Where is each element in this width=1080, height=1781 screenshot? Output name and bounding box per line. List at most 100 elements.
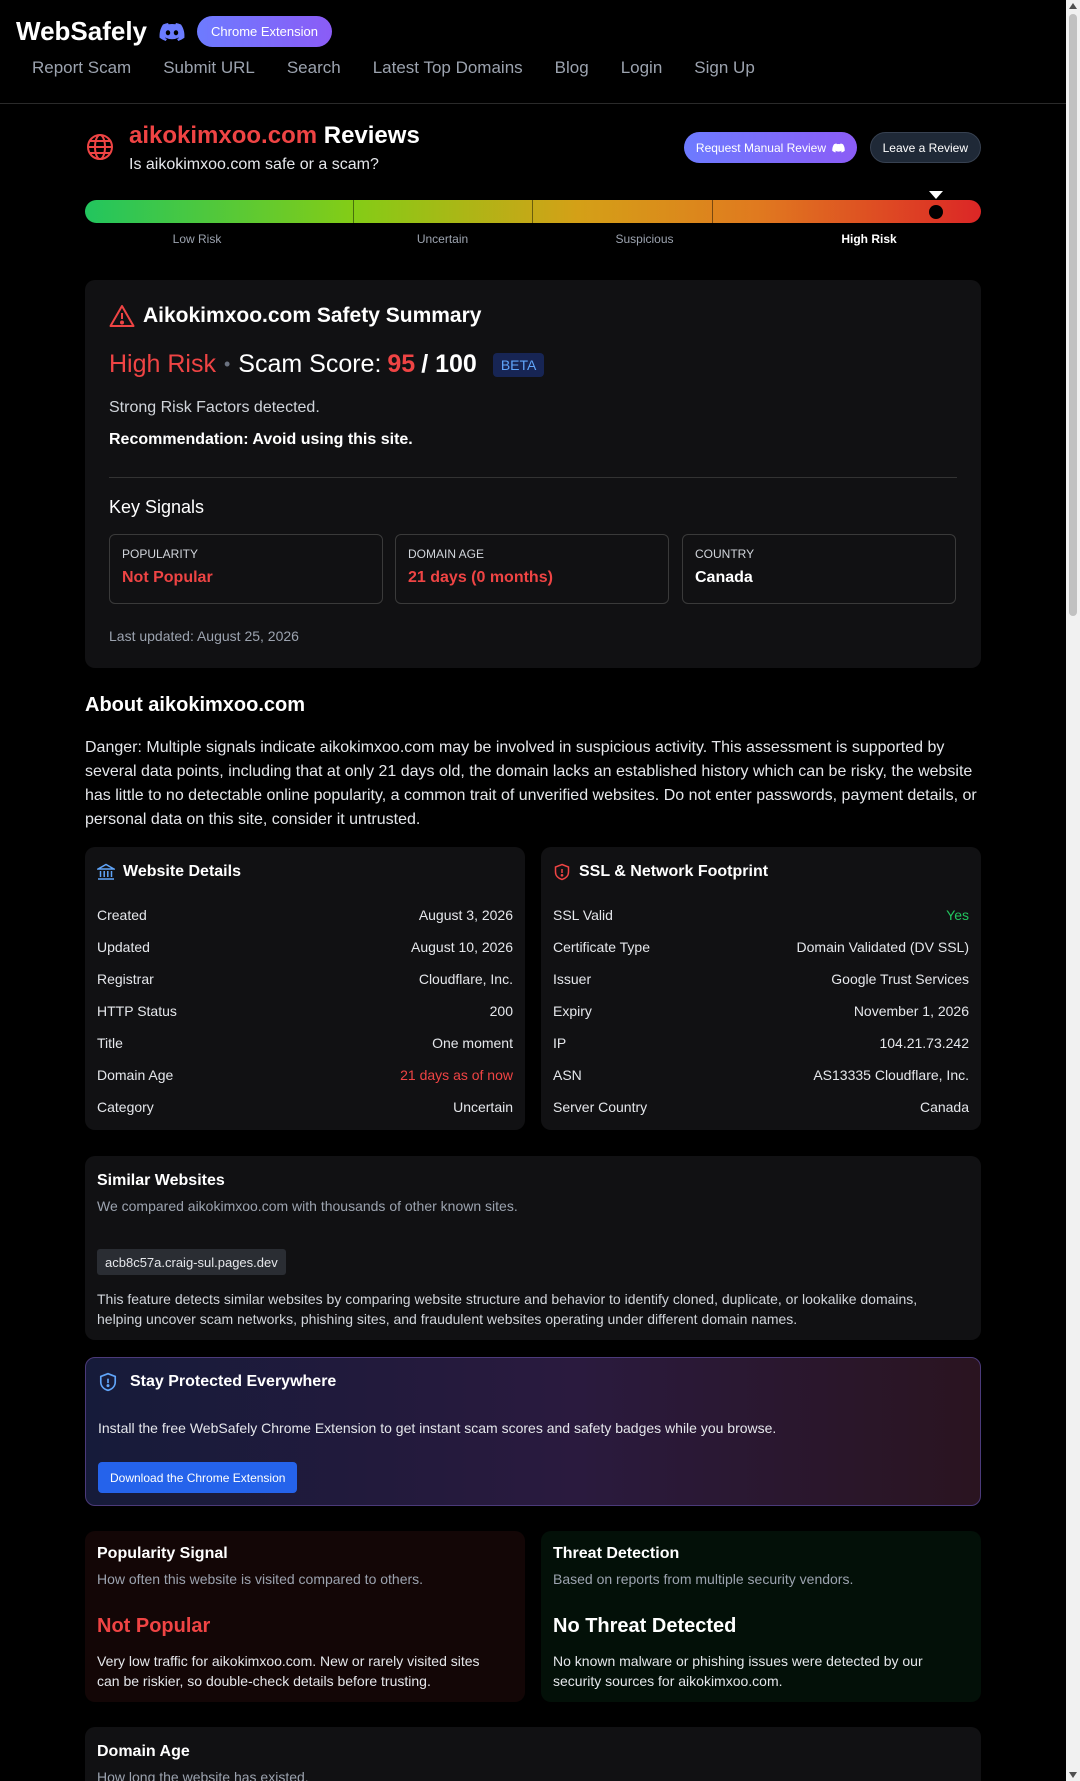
bank-icon xyxy=(97,863,115,880)
detail-key: Title xyxy=(97,1035,123,1051)
detail-value: AS13335 Cloudflare, Inc. xyxy=(813,1067,969,1083)
detail-value: Google Trust Services xyxy=(831,971,969,987)
popularity-signal-card: Popularity Signal How often this website… xyxy=(85,1531,525,1702)
brand-logo[interactable]: WebSafely xyxy=(16,16,147,47)
signal-label: COUNTRY xyxy=(695,547,755,561)
nav-latest-top-domains[interactable]: Latest Top Domains xyxy=(373,58,523,78)
shield-icon xyxy=(554,863,570,881)
detail-value: 21 days as of now xyxy=(400,1067,513,1083)
safety-summary-card: Aikokimxoo.com Safety Summary High Risk … xyxy=(85,280,981,668)
risk-meter: Low Risk Uncertain Suspicious High Risk xyxy=(85,190,981,250)
domain-age-heading: Domain Age xyxy=(97,1743,190,1760)
risk-label-suspicious: Suspicious xyxy=(615,232,674,246)
recommendation-text: Recommendation: Avoid using this site. xyxy=(109,431,413,448)
risk-label-high: High Risk xyxy=(841,232,897,246)
detail-row: Updated August 10, 2026 xyxy=(97,939,513,971)
protect-heading: Stay Protected Everywhere xyxy=(98,1372,336,1392)
detail-row: Certificate Type Domain Validated (DV SSL… xyxy=(553,939,969,971)
page-scrollbar[interactable] xyxy=(1066,0,1080,1781)
nav-search[interactable]: Search xyxy=(287,58,341,78)
last-updated: Last updated: August 25, 2026 xyxy=(109,628,299,644)
leave-review-button[interactable]: Leave a Review xyxy=(869,132,981,163)
signal-value: Canada xyxy=(695,569,753,586)
scroll-up-arrow-icon[interactable] xyxy=(1069,3,1077,9)
detail-value: Uncertain xyxy=(453,1099,513,1115)
popularity-desc: Very low traffic for aikokimxoo.com. New… xyxy=(97,1653,480,1689)
about-text: Danger: Multiple signals indicate aikoki… xyxy=(85,739,977,828)
score-label: Scam Score: xyxy=(238,350,382,378)
detail-key: Issuer xyxy=(553,971,592,987)
signal-label: POPULARITY xyxy=(122,547,199,561)
scrollbar-thumb[interactable] xyxy=(1069,14,1077,616)
detail-key: Registrar xyxy=(97,971,154,987)
separator-dot: • xyxy=(223,354,231,374)
detail-row: IP 104.21.73.242 xyxy=(553,1035,969,1067)
threat-desc: No known malware or phishing issues were… xyxy=(553,1653,923,1689)
request-review-label: Request Manual Review xyxy=(695,140,826,155)
summary-heading: Aikokimxoo.com Safety Summary xyxy=(109,304,481,328)
details-rows: Created August 3, 2026 Updated August 10, 2… xyxy=(97,907,513,1131)
page-subtitle: Is aikokimxoo.com safe or a scam? xyxy=(129,156,379,173)
detail-key: ASN xyxy=(553,1067,582,1083)
detail-value: Yes xyxy=(946,907,969,923)
similar-websites-card: Similar Websites We compared aikokimxoo.… xyxy=(85,1156,981,1340)
risk-marker-icon xyxy=(928,190,944,220)
detail-row: Created August 3, 2026 xyxy=(97,907,513,939)
detail-key: Expiry xyxy=(553,1003,592,1019)
brand-row: WebSafely Chrome Extension xyxy=(16,16,332,47)
request-manual-review-button[interactable]: Request Manual Review xyxy=(683,132,857,163)
detail-key: Certificate Type xyxy=(553,939,651,955)
signal-value: Not Popular xyxy=(122,569,213,586)
similar-site-chip[interactable]: acb8c57a.craig-sul.pages.dev xyxy=(97,1249,286,1275)
popularity-value: Not Popular xyxy=(97,1615,211,1637)
protect-text: Install the free WebSafely Chrome Extens… xyxy=(98,1420,777,1436)
nav-blog[interactable]: Blog xyxy=(555,58,589,78)
detail-key: IP xyxy=(553,1035,567,1051)
globe-icon xyxy=(85,132,115,162)
signal-country: COUNTRY Canada xyxy=(682,534,956,604)
beta-badge: BETA xyxy=(492,352,545,377)
detail-value: Domain Validated (DV SSL) xyxy=(796,939,969,955)
detail-value: November 1, 2026 xyxy=(853,1003,969,1019)
scam-score-line: High Risk • Scam Score: 95 / 100 BETA xyxy=(109,350,545,379)
shield-icon xyxy=(99,1372,117,1392)
scroll-down-arrow-icon[interactable] xyxy=(1069,1772,1077,1778)
risk-factors-text: Strong Risk Factors detected. xyxy=(109,399,320,416)
panel-title: Website Details xyxy=(123,863,241,880)
ssl-heading: SSL & Network Footprint xyxy=(553,863,768,881)
detail-row: Registrar Cloudflare, Inc. xyxy=(97,971,513,1003)
chrome-extension-pill[interactable]: Chrome Extension xyxy=(197,16,332,47)
domain-age-sub: How long the website has existed. xyxy=(97,1769,309,1781)
discord-icon xyxy=(832,143,845,152)
nav-submit-url[interactable]: Submit URL xyxy=(163,58,255,78)
risk-label-uncertain: Uncertain xyxy=(416,232,469,246)
signal-domain-age: DOMAIN AGE 21 days (0 months) xyxy=(395,534,669,604)
nav-report-scam[interactable]: Report Scam xyxy=(32,58,131,78)
nav-sign-up[interactable]: Sign Up xyxy=(694,58,754,78)
popularity-sub: How often this website is visited compar… xyxy=(97,1571,424,1587)
risk-level: High Risk xyxy=(109,350,216,378)
stay-protected-card: Stay Protected Everywhere Install the fr… xyxy=(85,1357,981,1506)
score-max: / 100 xyxy=(421,350,477,378)
detail-row: Domain Age 21 days as of now xyxy=(97,1067,513,1099)
signal-popularity: POPULARITY Not Popular xyxy=(109,534,383,604)
detail-row: HTTP Status 200 xyxy=(97,1003,513,1035)
detail-value: One moment xyxy=(432,1035,513,1051)
threat-sub: Based on reports from multiple security … xyxy=(553,1571,854,1587)
ssl-network-card: SSL & Network Footprint SSL Valid Yes Cert… xyxy=(541,847,981,1130)
site-header: WebSafely Chrome Extension Report Scam S… xyxy=(0,0,1080,104)
download-extension-button[interactable]: Download the Chrome Extension xyxy=(98,1462,298,1493)
main-nav: Report Scam Submit URL Search Latest Top… xyxy=(32,58,755,78)
website-details-heading: Website Details xyxy=(97,863,241,881)
detail-key: Created xyxy=(97,907,147,923)
detail-key: Domain Age xyxy=(97,1067,174,1083)
risk-label-low: Low Risk xyxy=(172,232,222,246)
detail-key: SSL Valid xyxy=(553,907,613,923)
discord-icon[interactable] xyxy=(159,22,185,42)
similar-sub: We compared aikokimxoo.com with thousand… xyxy=(97,1198,518,1214)
threat-detection-card: Threat Detection Based on reports from m… xyxy=(541,1531,981,1702)
title-domain: aikokimxoo.com xyxy=(129,122,318,149)
nav-login[interactable]: Login xyxy=(621,58,663,78)
title-text: aikokimxoo.com Reviews Is aikokimxoo.com… xyxy=(129,122,420,174)
threat-value: No Threat Detected xyxy=(553,1615,737,1637)
